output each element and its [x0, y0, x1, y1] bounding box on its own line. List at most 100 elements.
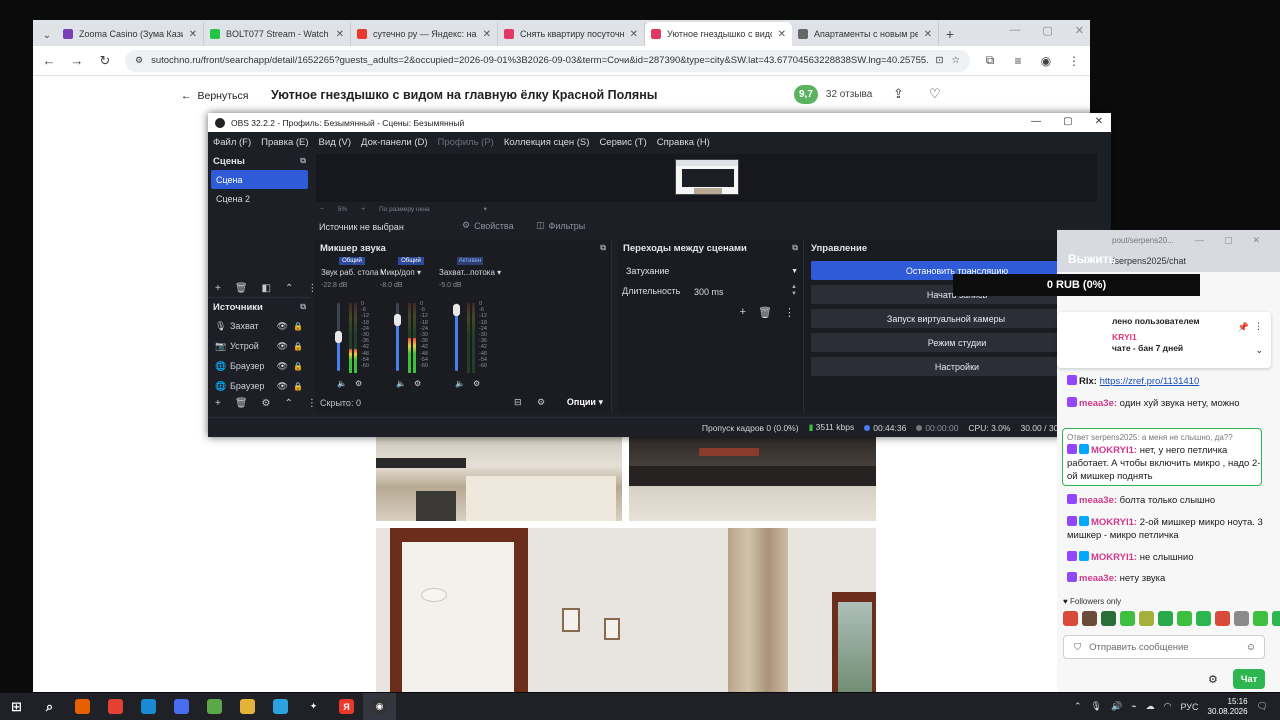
remove-source-icon[interactable]: 🗑: [235, 398, 248, 409]
chat-settings-gear-icon[interactable]: ⚙: [1208, 673, 1218, 686]
filters-button[interactable]: ◫ Фильтры: [536, 220, 585, 231]
visibility-eye-icon[interactable]: 👁: [277, 341, 288, 352]
taskbar-app[interactable]: [264, 693, 297, 720]
emote-icon[interactable]: [1082, 611, 1097, 626]
network-icon[interactable]: ⌁: [1131, 701, 1136, 712]
reviews-count[interactable]: 32 отзыва: [826, 89, 872, 100]
zoom-in-button[interactable]: +: [361, 206, 365, 213]
lock-icon[interactable]: 🔒: [293, 322, 303, 331]
share-icon[interactable]: ⇪: [893, 86, 904, 102]
tab-close-icon[interactable]: ✕: [630, 29, 638, 40]
taskbar-app[interactable]: Я: [330, 693, 363, 720]
duration-spinbox[interactable]: 300 ms ▲ ▼: [690, 284, 800, 300]
back-link[interactable]: ← Вернуться: [181, 90, 248, 102]
channel-name[interactable]: Захват...потока ▾: [439, 268, 501, 277]
zoom-mode[interactable]: По размеру окна: [379, 206, 430, 213]
channel-menu-chevron-icon[interactable]: ▾: [415, 268, 421, 277]
move-up-icon[interactable]: ⌃: [285, 398, 293, 409]
minimize-icon[interactable]: —: [1031, 116, 1041, 127]
minimize-icon[interactable]: —: [1195, 235, 1204, 246]
tab-search-chevron-icon[interactable]: ⌄: [37, 24, 57, 46]
visibility-eye-icon[interactable]: 👁: [277, 361, 288, 372]
fader-knob[interactable]: [394, 314, 401, 327]
browser-tab[interactable]: Zooma Casino (Зума Казин ✕: [57, 22, 204, 46]
kitchen-photo-2[interactable]: [629, 436, 876, 521]
taskbar-app[interactable]: ◉: [363, 693, 396, 720]
speaker-icon[interactable]: 🔈: [337, 379, 347, 388]
undock-icon[interactable]: ⧉: [600, 243, 606, 253]
tab-close-icon[interactable]: ✕: [189, 29, 197, 40]
cloud-icon[interactable]: ☁: [1146, 701, 1155, 712]
chat-username[interactable]: meaa3e:: [1079, 495, 1117, 506]
forward-arrow-icon[interactable]: →: [69, 53, 85, 68]
remove-scene-icon[interactable]: 🗑: [235, 283, 248, 294]
lock-icon[interactable]: 🔒: [293, 342, 303, 351]
chat-link[interactable]: https://zref.pro/1131410: [1100, 376, 1200, 387]
browser-tab[interactable]: сутечно ру — Яндекс: нашл ✕: [351, 22, 498, 46]
remove-transition-icon[interactable]: 🗑: [758, 306, 772, 319]
extensions-icon[interactable]: ⧉: [982, 53, 998, 68]
undock-icon[interactable]: ⧉: [792, 243, 798, 253]
control-button[interactable]: Запуск виртуальной камеры: [811, 309, 1081, 328]
bookmark-star-icon[interactable]: ☆: [951, 55, 960, 66]
fader-knob[interactable]: [335, 331, 342, 344]
channel-settings-icon[interactable]: ⚙: [355, 379, 362, 388]
reload-icon[interactable]: ↻: [97, 53, 113, 69]
add-transition-icon[interactable]: +: [740, 306, 746, 319]
taskbar-app[interactable]: ⊞: [0, 693, 33, 720]
taskbar-app[interactable]: ⌕: [33, 693, 66, 720]
channel-name[interactable]: Микр/доп ▾: [380, 268, 442, 277]
taskbar-app[interactable]: [165, 693, 198, 720]
layout-icon[interactable]: ⊟: [514, 397, 522, 408]
notifications-icon[interactable]: 🗨: [1257, 701, 1268, 712]
properties-button[interactable]: ⚙ Свойства: [462, 220, 514, 231]
taskbar-app[interactable]: [99, 693, 132, 720]
install-app-icon[interactable]: ⊡: [936, 55, 944, 66]
advanced-audio-icon[interactable]: ⚙: [537, 397, 545, 408]
emote-icon[interactable]: [1253, 611, 1268, 626]
profile-icon[interactable]: ◉: [1038, 54, 1054, 68]
speaker-icon[interactable]: 🔈: [396, 379, 406, 388]
browser-tab[interactable]: Снять квартиру посуточно ✕: [498, 22, 645, 46]
taskbar-app[interactable]: [198, 693, 231, 720]
source-item[interactable]: 🌐 Браузер 👁 🔒: [208, 356, 311, 376]
scene-item[interactable]: Сцена: [211, 170, 308, 189]
browser-tab[interactable]: Уютное гнездышко с видом ✕: [645, 22, 792, 46]
visibility-eye-icon[interactable]: 👁: [277, 321, 288, 332]
channel-menu-chevron-icon[interactable]: ▾: [495, 268, 501, 277]
emote-icon[interactable]: [1215, 611, 1230, 626]
close-icon[interactable]: ✕: [1075, 24, 1084, 37]
tab-close-icon[interactable]: ✕: [778, 29, 786, 40]
obs-menu-item[interactable]: Справка (H): [657, 137, 710, 148]
source-settings-gear-icon[interactable]: ⚙: [262, 398, 271, 409]
scene-filters-icon[interactable]: ◧: [262, 283, 271, 294]
volume-fader[interactable]: [453, 303, 460, 371]
undock-icon[interactable]: ⧉: [300, 156, 306, 166]
move-up-icon[interactable]: ⌃: [285, 283, 293, 294]
source-item[interactable]: 📷 Устрой 👁 🔒: [208, 336, 311, 356]
channel-name[interactable]: Звук раб. стола ▾: [321, 268, 383, 277]
emoji-icon[interactable]: ☺: [1246, 642, 1256, 653]
site-info-icon[interactable]: ⚙: [135, 55, 143, 66]
muted-speaker-icon[interactable]: 🔈: [455, 379, 465, 388]
obs-menu-item[interactable]: Коллекция сцен (S): [504, 137, 590, 148]
more-icon[interactable]: ⋮: [1254, 321, 1263, 332]
taskbar-app[interactable]: [66, 693, 99, 720]
chat-username[interactable]: MOKRYI1:: [1091, 517, 1137, 528]
transition-type-select[interactable]: Затухание ▼: [622, 262, 802, 280]
taskbar-app[interactable]: [132, 693, 165, 720]
emote-icon[interactable]: [1101, 611, 1116, 626]
wifi-icon[interactable]: ◠: [1164, 701, 1172, 712]
chevron-down-icon[interactable]: ⌄: [1255, 345, 1263, 356]
volume-fader[interactable]: [394, 303, 401, 371]
lock-icon[interactable]: 🔒: [293, 382, 303, 391]
chat-username[interactable]: meaa3e:: [1079, 573, 1117, 584]
zoom-dropdown-icon[interactable]: ▾: [484, 205, 487, 213]
tab-close-icon[interactable]: ✕: [336, 29, 344, 40]
chat-send-button[interactable]: Чат: [1233, 669, 1265, 689]
emote-icon[interactable]: [1272, 611, 1280, 626]
add-scene-icon[interactable]: +: [215, 283, 221, 294]
chat-username[interactable]: RIx:: [1079, 376, 1097, 387]
emote-icon[interactable]: [1234, 611, 1249, 626]
scene-item[interactable]: Сцена 2: [211, 189, 308, 208]
